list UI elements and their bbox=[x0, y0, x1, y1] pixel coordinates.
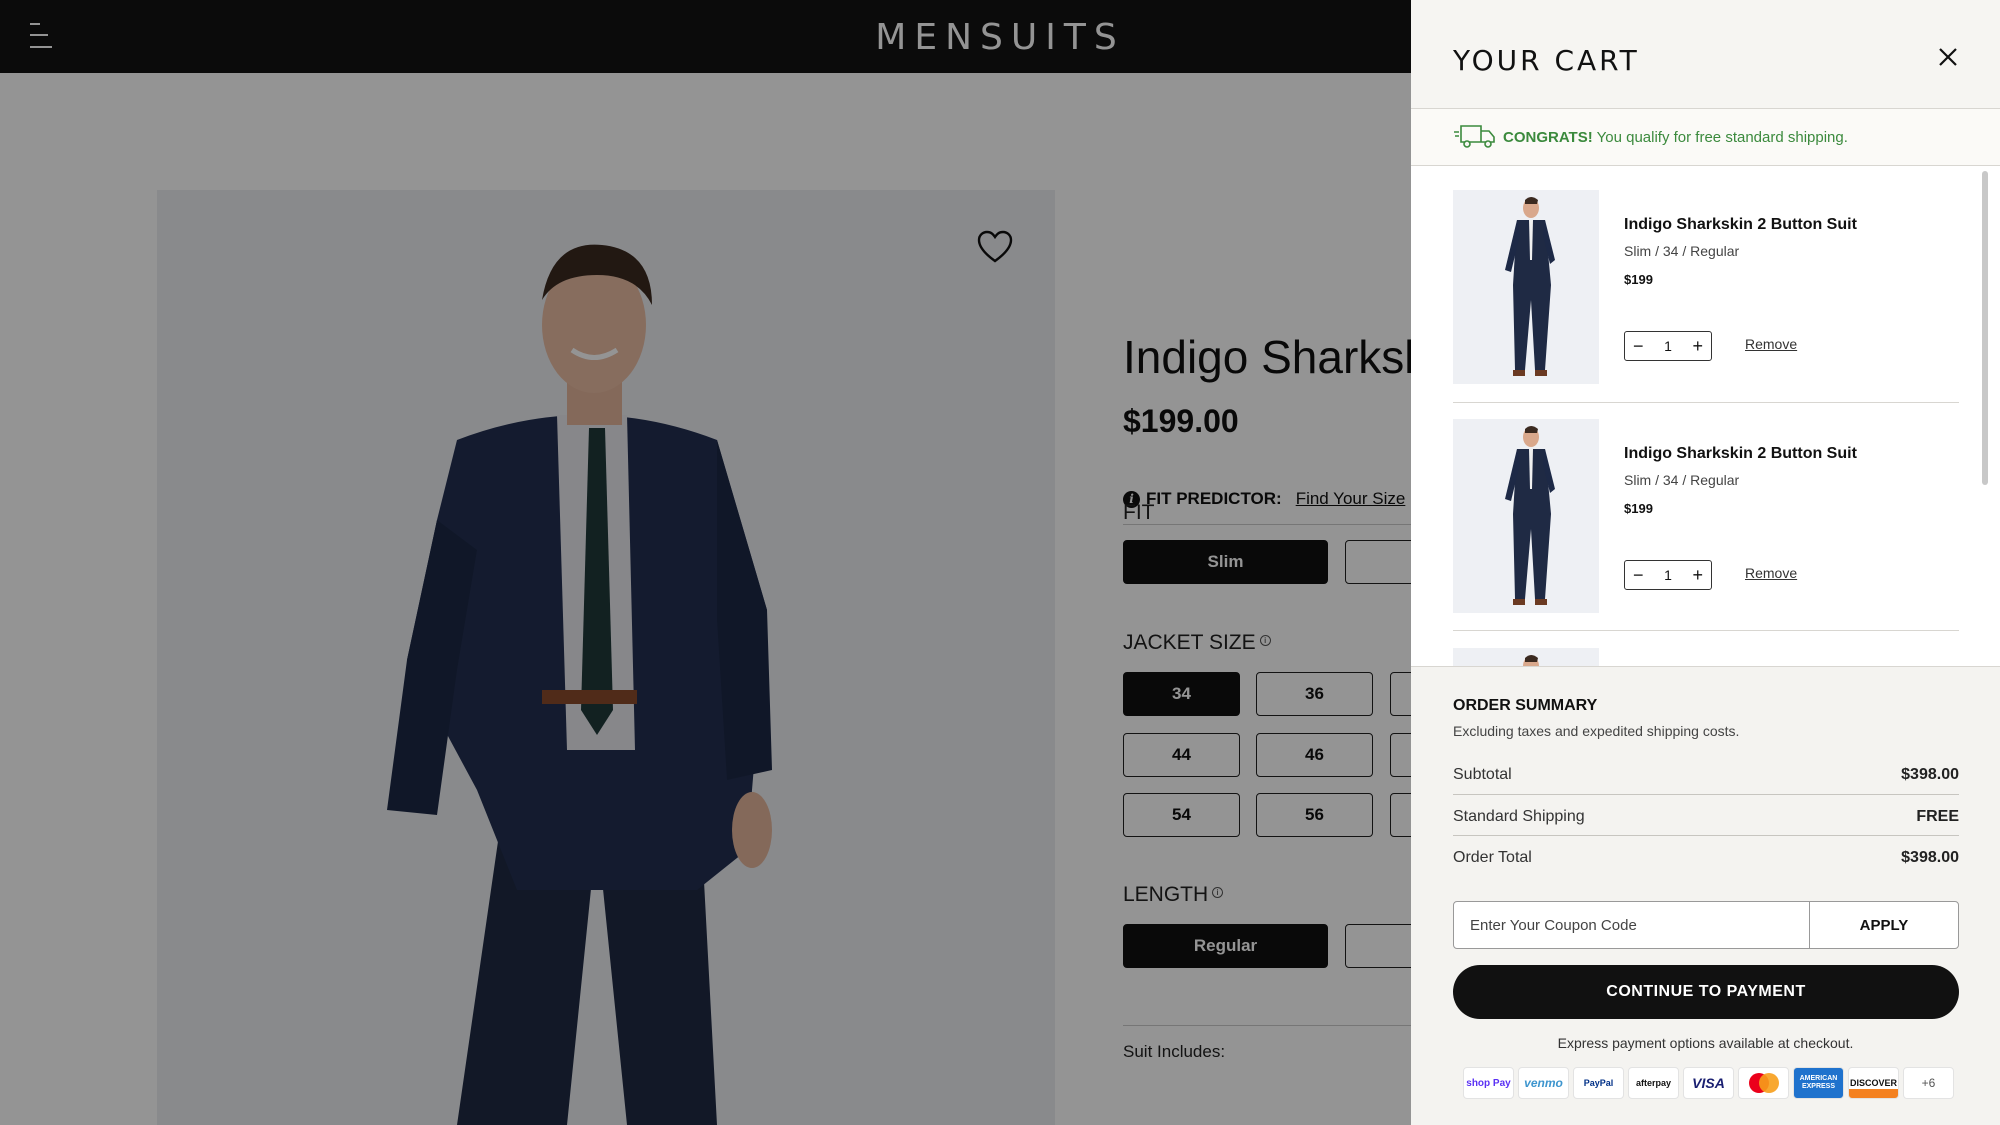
more-payment-methods: +6 bbox=[1903, 1067, 1954, 1099]
shipping-banner: CONGRATS! You qualify for free standard … bbox=[1411, 109, 2000, 165]
coupon-input[interactable] bbox=[1454, 902, 1809, 948]
order-total-row: Order Total $398.00 bbox=[1453, 849, 1959, 867]
shipping-row: Standard Shipping FREE bbox=[1453, 808, 1959, 826]
item-name[interactable]: Indigo Sharkskin 2 Button Suit bbox=[1624, 216, 1857, 234]
continue-to-payment-button[interactable]: CONTINUE TO PAYMENT bbox=[1453, 965, 1959, 1019]
remove-item-link[interactable]: Remove bbox=[1745, 336, 1797, 352]
payment-methods: shop Pay venmo PayPal afterpay VISA AMER… bbox=[1463, 1067, 1954, 1099]
apply-coupon-button[interactable]: APPLY bbox=[1809, 902, 1958, 948]
cart-title: YOUR CART bbox=[1453, 44, 1640, 77]
item-price: $199 bbox=[1624, 501, 1653, 516]
divider bbox=[1453, 835, 1959, 836]
item-price: $199 bbox=[1624, 272, 1653, 287]
afterpay-icon: afterpay bbox=[1628, 1067, 1679, 1099]
suit-image bbox=[1523, 655, 1539, 666]
shipping-value: FREE bbox=[1916, 808, 1959, 825]
cart-items-list: Indigo Sharkskin 2 Button Suit Slim / 34… bbox=[1411, 166, 2000, 666]
mastercard-logo bbox=[1748, 1073, 1779, 1093]
paypal-icon: PayPal bbox=[1573, 1067, 1624, 1099]
minus-icon[interactable]: − bbox=[1633, 337, 1644, 355]
quantity-stepper: − 1 + bbox=[1624, 560, 1712, 590]
express-payment-note: Express payment options available at che… bbox=[1557, 1035, 1854, 1051]
scrollbar-thumb[interactable] bbox=[1982, 171, 1988, 485]
remove-item-link[interactable]: Remove bbox=[1745, 565, 1797, 581]
suit-image bbox=[1505, 197, 1555, 376]
modal-backdrop[interactable] bbox=[0, 0, 1412, 1125]
subtotal-label: Subtotal bbox=[1453, 766, 1512, 783]
coupon-form: APPLY bbox=[1453, 901, 1959, 949]
discover-icon: DISCOVER bbox=[1848, 1067, 1899, 1099]
divider bbox=[1453, 794, 1959, 795]
subtotal-row: Subtotal $398.00 bbox=[1453, 766, 1959, 784]
truck-icon bbox=[1454, 125, 1495, 148]
shipping-label: Standard Shipping bbox=[1453, 808, 1585, 825]
quantity-value[interactable]: 1 bbox=[1664, 338, 1672, 354]
item-thumbnail[interactable] bbox=[1453, 190, 1599, 384]
visa-icon: VISA bbox=[1683, 1067, 1734, 1099]
mastercard-icon bbox=[1738, 1067, 1789, 1099]
item-thumbnail[interactable] bbox=[1453, 419, 1599, 613]
shipping-message: CONGRATS! You qualify for free standard … bbox=[1503, 129, 1848, 146]
order-summary: ORDER SUMMARY Excluding taxes and expedi… bbox=[1411, 667, 2000, 1125]
item-variant: Slim / 34 / Regular bbox=[1624, 243, 1740, 259]
order-total-label: Order Total bbox=[1453, 849, 1532, 866]
suit-image bbox=[1505, 426, 1555, 605]
order-total-value: $398.00 bbox=[1901, 849, 1959, 866]
plus-icon[interactable]: + bbox=[1692, 337, 1703, 355]
shipping-text: You qualify for free standard shipping. bbox=[1596, 129, 1848, 146]
cart-drawer: YOUR CART CONGRATS! You qualify for free… bbox=[1411, 0, 2000, 1125]
item-thumbnail[interactable] bbox=[1453, 648, 1599, 666]
venmo-icon: venmo bbox=[1518, 1067, 1569, 1099]
divider bbox=[1453, 630, 1959, 631]
divider bbox=[1453, 402, 1959, 403]
item-name[interactable]: Indigo Sharkskin 2 Button Suit bbox=[1624, 445, 1857, 463]
congrats-text: CONGRATS! bbox=[1503, 129, 1593, 146]
shop-pay-icon: shop Pay bbox=[1463, 1067, 1514, 1099]
quantity-value[interactable]: 1 bbox=[1664, 567, 1672, 583]
close-icon[interactable] bbox=[1935, 44, 1961, 70]
plus-icon[interactable]: + bbox=[1692, 566, 1703, 584]
amex-icon: AMERICAN EXPRESS bbox=[1793, 1067, 1844, 1099]
quantity-stepper: − 1 + bbox=[1624, 331, 1712, 361]
subtotal-value: $398.00 bbox=[1901, 766, 1959, 783]
order-summary-title: ORDER SUMMARY bbox=[1453, 697, 1598, 714]
item-variant: Slim / 34 / Regular bbox=[1624, 472, 1740, 488]
order-summary-subtitle: Excluding taxes and expedited shipping c… bbox=[1453, 723, 1740, 739]
minus-icon[interactable]: − bbox=[1633, 566, 1644, 584]
